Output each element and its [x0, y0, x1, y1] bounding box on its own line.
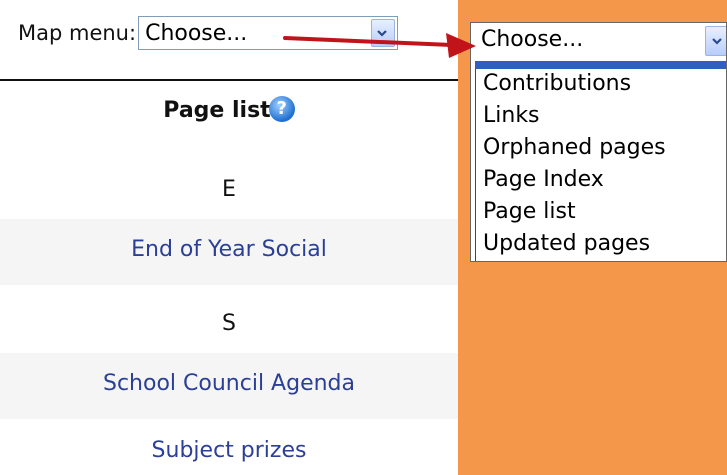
chevron-down-icon: [712, 38, 722, 45]
dropdown-option-orphaned-pages[interactable]: Orphaned pages: [483, 135, 666, 160]
dropdown-option-links[interactable]: Links: [483, 103, 540, 128]
page-list-title: Page list?: [0, 96, 458, 124]
map-menu-label: Map menu:: [18, 21, 137, 45]
dropdown-option-page-list[interactable]: Page list: [483, 199, 576, 224]
link-subject-prizes[interactable]: Subject prizes: [152, 438, 307, 463]
map-menu-dropdown-button[interactable]: [371, 19, 396, 47]
chevron-down-icon: [377, 30, 387, 37]
list-item-subject-prizes: Subject prizes: [0, 438, 458, 474]
dropdown-option-contributions[interactable]: Contributions: [483, 71, 631, 96]
divider: [0, 79, 458, 81]
dropdown-option-updated-pages[interactable]: Updated pages: [483, 231, 650, 256]
list-item-end-of-year-social: End of Year Social: [0, 219, 458, 285]
map-menu-select[interactable]: Choose...: [138, 16, 399, 50]
map-menu-dropdown-expanded: Choose... Contributions Links Orphaned p…: [470, 22, 727, 262]
dropdown-select-value: Choose...: [481, 27, 584, 52]
dropdown-option-page-index[interactable]: Page Index: [483, 167, 604, 192]
link-school-council-agenda[interactable]: School Council Agenda: [103, 371, 355, 396]
link-end-of-year-social[interactable]: End of Year Social: [131, 237, 327, 262]
dropdown-selection-highlight: [475, 61, 726, 69]
left-panel: Map menu: Choose... Page list? E End of …: [0, 0, 458, 475]
help-icon[interactable]: ?: [268, 96, 295, 122]
letter-heading-e: E: [222, 177, 236, 202]
map-menu-select-value: Choose...: [145, 21, 248, 46]
dropdown-button[interactable]: [705, 26, 726, 56]
list-item-school-council-agenda: School Council Agenda: [0, 353, 458, 419]
page-list-title-text: Page list: [163, 98, 271, 123]
dropdown-options-list: Contributions Links Orphaned pages Page …: [475, 69, 726, 261]
letter-heading-s: S: [222, 311, 236, 336]
map-menu-row: Map menu: Choose...: [18, 14, 399, 52]
dropdown-select[interactable]: Choose...: [473, 23, 726, 59]
